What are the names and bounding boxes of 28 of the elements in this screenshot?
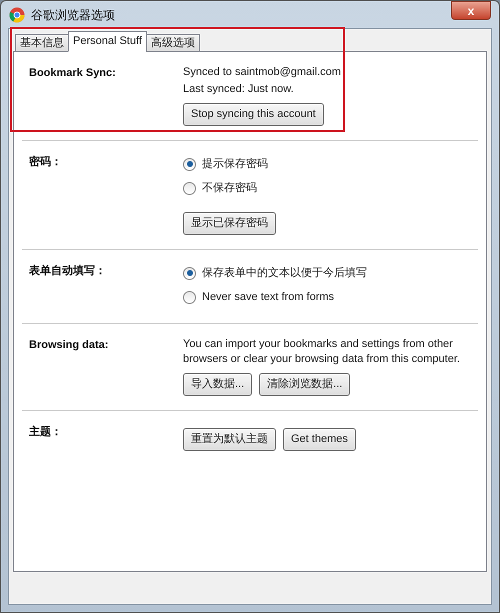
- radio-option[interactable]: 保存表单中的文本以便于今后填写: [183, 263, 471, 283]
- radio-button[interactable]: [183, 182, 196, 194]
- dialog-button[interactable]: Get themes: [283, 428, 356, 451]
- radio-button[interactable]: [183, 158, 196, 170]
- info-text: Synced to saintmob@gmail.com: [183, 65, 342, 80]
- info-text: You can import your bookmarks and settings from other browsers or clear your browsing data from this computer.: [183, 337, 461, 367]
- radio-option[interactable]: 不保存密码: [183, 178, 471, 198]
- dialog-button[interactable]: 清除浏览数据...: [259, 373, 350, 396]
- dialog-button[interactable]: 导入数据...: [183, 373, 252, 396]
- radio-option[interactable]: Never save text from forms: [183, 287, 471, 307]
- dialog-button[interactable]: 显示已保存密码: [183, 212, 276, 235]
- section-label: Bookmark Sync:: [29, 66, 117, 81]
- dialog-button[interactable]: 重置为默认主题: [183, 428, 276, 451]
- radio-button[interactable]: [183, 266, 196, 280]
- info-text: Last synced: Just now.: [183, 82, 295, 97]
- section-label: Browsing data:: [29, 338, 110, 353]
- window-title: 谷歌浏览器选项: [31, 6, 115, 24]
- section-label: 密码：: [29, 154, 63, 170]
- tab[interactable]: 基本信息: [15, 34, 69, 52]
- radio-button[interactable]: [183, 290, 196, 304]
- radio-option[interactable]: 提示保存密码: [183, 154, 471, 174]
- tab[interactable]: Personal Stuff: [68, 31, 147, 52]
- tab[interactable]: 高级选项: [146, 34, 200, 52]
- dialog-button[interactable]: Stop syncing this account: [183, 103, 324, 126]
- section-label: 表单自动填写：: [29, 264, 107, 279]
- section-label: 主题：: [29, 424, 63, 440]
- close-button[interactable]: x: [451, 1, 491, 20]
- browser-logo-icon: [9, 6, 25, 22]
